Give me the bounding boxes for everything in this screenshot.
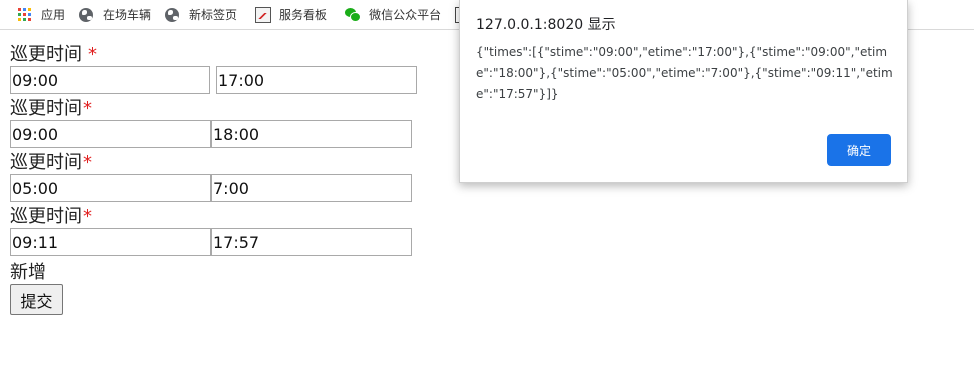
board-icon (255, 6, 272, 23)
bookmark-new-tab[interactable]: 新标签页 (155, 0, 241, 30)
required-mark: * (83, 98, 92, 119)
globe-icon (165, 7, 180, 22)
start-time-input[interactable] (10, 66, 210, 94)
bookmark-label: 服务看板 (279, 8, 328, 22)
required-mark: * (83, 152, 92, 173)
required-mark: * (88, 44, 97, 65)
bookmark-label: 微信公众平台 (369, 8, 442, 22)
dialog-message: {"times":[{"stime":"09:00","etime":"17:0… (476, 45, 893, 101)
bookmark-label: 新标签页 (189, 8, 238, 22)
end-time-input[interactable] (211, 174, 412, 202)
patrol-time-label: 巡更时间 * (10, 206, 92, 227)
start-time-input[interactable] (10, 228, 211, 256)
bookmark-label: 在场车辆 (103, 8, 152, 22)
bookmark-vehicles-on-site[interactable]: 在场车辆 (69, 0, 155, 30)
time-range-row (10, 174, 450, 202)
start-time-input[interactable] (10, 120, 211, 148)
submit-button[interactable]: 提交 (10, 284, 63, 315)
bookmark-wechat-platform[interactable]: 微信公众平台 (331, 0, 445, 30)
add-time-link[interactable]: 新增 (10, 258, 450, 284)
dialog-origin-title: 127.0.0.1:8020 显示 (476, 17, 616, 33)
bookmark-apps[interactable]: 应用 (10, 0, 69, 30)
end-time-input[interactable] (211, 120, 412, 148)
globe-icon (79, 7, 94, 22)
ok-button[interactable]: 确定 (827, 134, 891, 166)
time-range-row (10, 66, 450, 94)
time-range-row (10, 120, 450, 148)
patrol-time-label: 巡更时间 * (10, 44, 97, 65)
apps-grid-icon (18, 8, 31, 21)
alert-dialog: 127.0.0.1:8020 显示 {"times":[{"stime":"09… (459, 0, 908, 183)
wechat-icon (345, 7, 362, 22)
start-time-input[interactable] (10, 174, 211, 202)
end-time-input[interactable] (211, 228, 412, 256)
end-time-input[interactable] (216, 66, 417, 94)
patrol-time-form: 巡更时间* 巡更时间* 巡更时间* 巡更时间* 新增 提交 (10, 40, 450, 315)
time-range-row (10, 228, 450, 256)
patrol-time-label: 巡更时间 * (10, 152, 92, 173)
bookmark-label: 应用 (41, 8, 66, 22)
bookmark-service-board[interactable]: 服务看板 (241, 0, 331, 30)
patrol-time-label: 巡更时间 * (10, 98, 92, 119)
required-mark: * (83, 206, 92, 227)
